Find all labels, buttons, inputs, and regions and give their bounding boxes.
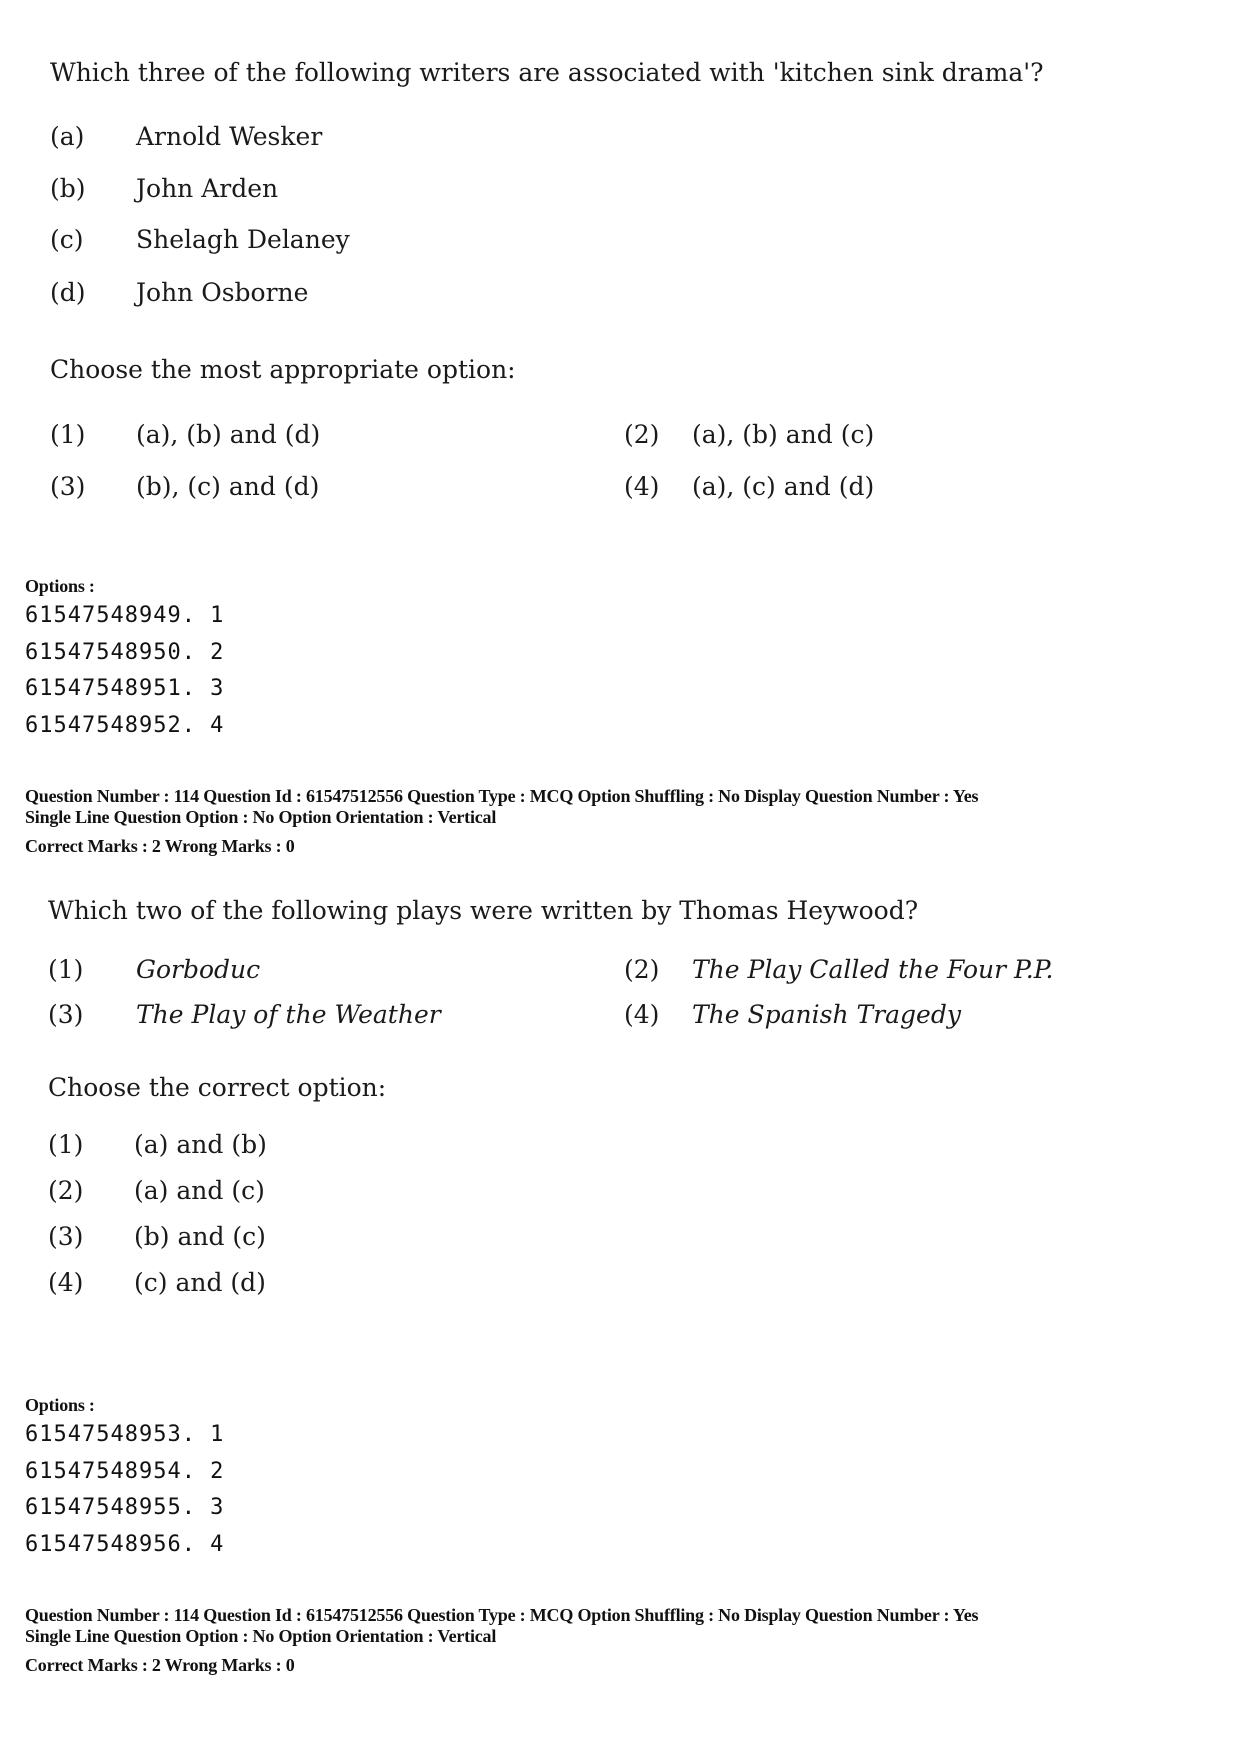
question-1-stem: Which three of the following writers are… [50,58,1044,87]
option-id: 61547548949. 1 [25,603,225,628]
options-heading: Options : [25,1395,95,1415]
question-1-choice-text: (a), (c) and (d) [692,472,875,501]
option-id: 61547548956. 4 [25,1532,225,1557]
marks-line: Correct Marks : 2 Wrong Marks : 0 [25,836,295,856]
question-2-choice-label: (1) [48,1130,84,1159]
question-meta-line: Single Line Question Option : No Option … [25,807,497,827]
question-1-item-label: (d) [50,278,86,307]
question-meta-line: Single Line Question Option : No Option … [25,1626,497,1646]
option-id: 61547548950. 2 [25,640,225,665]
question-2-item-text: The Spanish Tragedy [692,1000,961,1029]
question-1-choice-label: (4) [624,472,660,501]
question-1-choice-label: (1) [50,420,86,449]
question-2-item-text: The Play of the Weather [136,1000,441,1029]
question-2-choice-label: (3) [48,1222,84,1251]
question-2-stem: Which two of the following plays were wr… [48,896,919,925]
question-1-item-text: Arnold Wesker [136,122,323,151]
question-1-item-text: John Osborne [136,278,309,307]
question-2-item-label: (3) [48,1000,84,1029]
question-1-item-label: (b) [50,174,86,203]
question-2-item-text: The Play Called the Four P.P. [692,955,1054,984]
option-id: 61547548955. 3 [25,1495,225,1520]
question-1-choice-label: (2) [624,420,660,449]
option-id: 61547548952. 4 [25,713,225,738]
question-1-choice-text: (a), (b) and (d) [136,420,321,449]
question-1-choice-text: (a), (b) and (c) [692,420,875,449]
marks-line: Correct Marks : 2 Wrong Marks : 0 [25,1655,295,1675]
question-2-item-label: (4) [624,1000,660,1029]
option-id: 61547548953. 1 [25,1422,225,1447]
question-1-item-label: (c) [50,225,84,254]
question-1-instruction: Choose the most appropriate option: [50,355,516,384]
question-2-item-label: (2) [624,955,660,984]
question-1-choice-text: (b), (c) and (d) [136,472,320,501]
question-1-item-label: (a) [50,122,85,151]
question-meta-line: Question Number : 114 Question Id : 6154… [25,1605,979,1625]
question-2-choice-text: (b) and (c) [134,1222,266,1251]
option-id: 61547548954. 2 [25,1459,225,1484]
question-meta-line: Question Number : 114 Question Id : 6154… [25,786,979,806]
question-2-choice-text: (c) and (d) [134,1268,266,1297]
question-2-choice-text: (a) and (c) [134,1176,265,1205]
options-heading: Options : [25,576,95,596]
question-2-choice-label: (2) [48,1176,84,1205]
question-1-item-text: Shelagh Delaney [136,225,350,254]
question-2-choice-label: (4) [48,1268,84,1297]
option-id: 61547548951. 3 [25,676,225,701]
question-2-item-text: Gorboduc [136,955,261,984]
question-2-item-label: (1) [48,955,84,984]
question-1-choice-label: (3) [50,472,86,501]
question-2-instruction: Choose the correct option: [48,1073,387,1102]
question-2-choice-text: (a) and (b) [134,1130,267,1159]
question-1-item-text: John Arden [136,174,279,203]
